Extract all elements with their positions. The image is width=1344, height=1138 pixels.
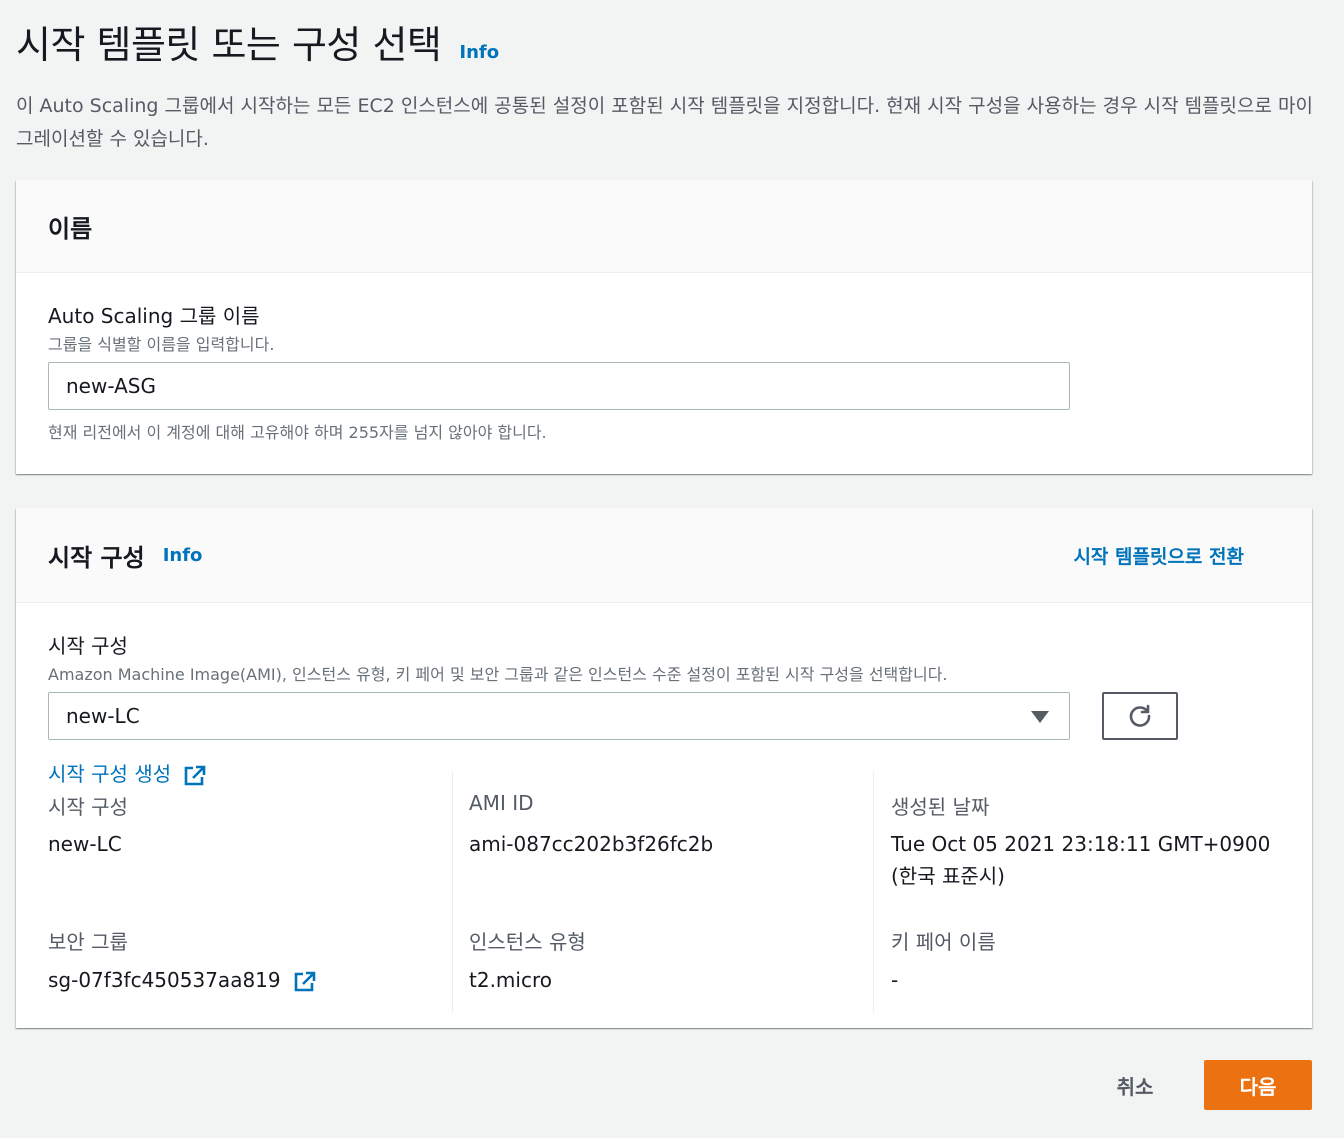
name-panel: 이름 Auto Scaling 그룹 이름 그룹을 식별할 이름을 입력합니다.… bbox=[16, 180, 1312, 474]
asg-name-constraint: 현재 리전에서 이 계정에 대해 고유해야 하며 255자를 넘지 않아야 합니… bbox=[48, 423, 547, 442]
launch-config-description: Amazon Machine Image(AMI), 인스턴스 유형, 키 페어… bbox=[48, 665, 948, 684]
refresh-icon bbox=[1129, 704, 1151, 727]
column-divider bbox=[452, 772, 453, 1012]
page-info-link[interactable]: Info bbox=[459, 42, 499, 63]
name-panel-header: 이름 bbox=[16, 180, 1312, 273]
caret-down-icon bbox=[1031, 711, 1049, 723]
launch-config-panel-title: 시작 구성 bbox=[48, 543, 145, 572]
ami-id-value: ami-087cc202b3f26fc2b bbox=[469, 832, 714, 856]
security-group-link[interactable]: sg-07f3fc450537aa819 bbox=[48, 963, 317, 997]
page-header: 시작 템플릿 또는 구성 선택 Info bbox=[16, 14, 499, 69]
launch-config-panel-header: 시작 구성 Info 시작 템플릿으로 전환 bbox=[16, 508, 1312, 603]
create-launch-config-label: 시작 구성 생성 bbox=[48, 762, 172, 786]
create-launch-config-link[interactable]: 시작 구성 생성 bbox=[48, 758, 207, 787]
name-panel-title: 이름 bbox=[48, 214, 93, 243]
security-group-value: sg-07f3fc450537aa819 bbox=[48, 968, 281, 992]
page-title: 시작 템플릿 또는 구성 선택 bbox=[16, 23, 442, 67]
switch-to-launch-template-link[interactable]: 시작 템플릿으로 전환 bbox=[1073, 542, 1244, 569]
ami-id-key: AMI ID bbox=[469, 791, 534, 815]
created-date-value-line2: (한국 표준시) bbox=[891, 864, 1005, 888]
cancel-button[interactable]: 취소 bbox=[1100, 1060, 1170, 1110]
created-date-key: 생성된 날짜 bbox=[891, 795, 990, 819]
key-pair-key: 키 페어 이름 bbox=[891, 930, 996, 954]
next-button[interactable]: 다음 bbox=[1204, 1060, 1312, 1110]
asg-name-description: 그룹을 식별할 이름을 입력합니다. bbox=[48, 335, 275, 354]
asg-name-label: Auto Scaling 그룹 이름 bbox=[48, 304, 260, 328]
launch-config-key: 시작 구성 bbox=[48, 795, 128, 819]
instance-type-value: t2.micro bbox=[469, 968, 552, 992]
asg-name-input[interactable]: new-ASG bbox=[48, 362, 1070, 410]
column-divider bbox=[873, 772, 874, 1012]
launch-config-select[interactable]: new-LC bbox=[48, 692, 1070, 740]
created-date-value-line1: Tue Oct 05 2021 23:18:11 GMT+0900 bbox=[891, 832, 1271, 856]
page-description: 이 Auto Scaling 그룹에서 시작하는 모든 EC2 인스턴스에 공통… bbox=[16, 95, 1313, 150]
launch-config-info-link[interactable]: Info bbox=[163, 545, 203, 566]
launch-config-panel: 시작 구성 Info 시작 템플릿으로 전환 시작 구성 Amazon Mach… bbox=[16, 508, 1312, 1028]
external-link-icon bbox=[294, 971, 316, 991]
refresh-button[interactable] bbox=[1102, 692, 1178, 740]
external-link-icon bbox=[185, 765, 206, 785]
instance-type-key: 인스턴스 유형 bbox=[469, 930, 586, 954]
key-pair-value: - bbox=[891, 968, 899, 992]
launch-config-value: new-LC bbox=[48, 832, 122, 856]
launch-config-label: 시작 구성 bbox=[48, 634, 128, 658]
asg-name-value: new-ASG bbox=[66, 374, 156, 398]
launch-config-selected: new-LC bbox=[66, 704, 140, 728]
security-group-key: 보안 그룹 bbox=[48, 930, 128, 954]
